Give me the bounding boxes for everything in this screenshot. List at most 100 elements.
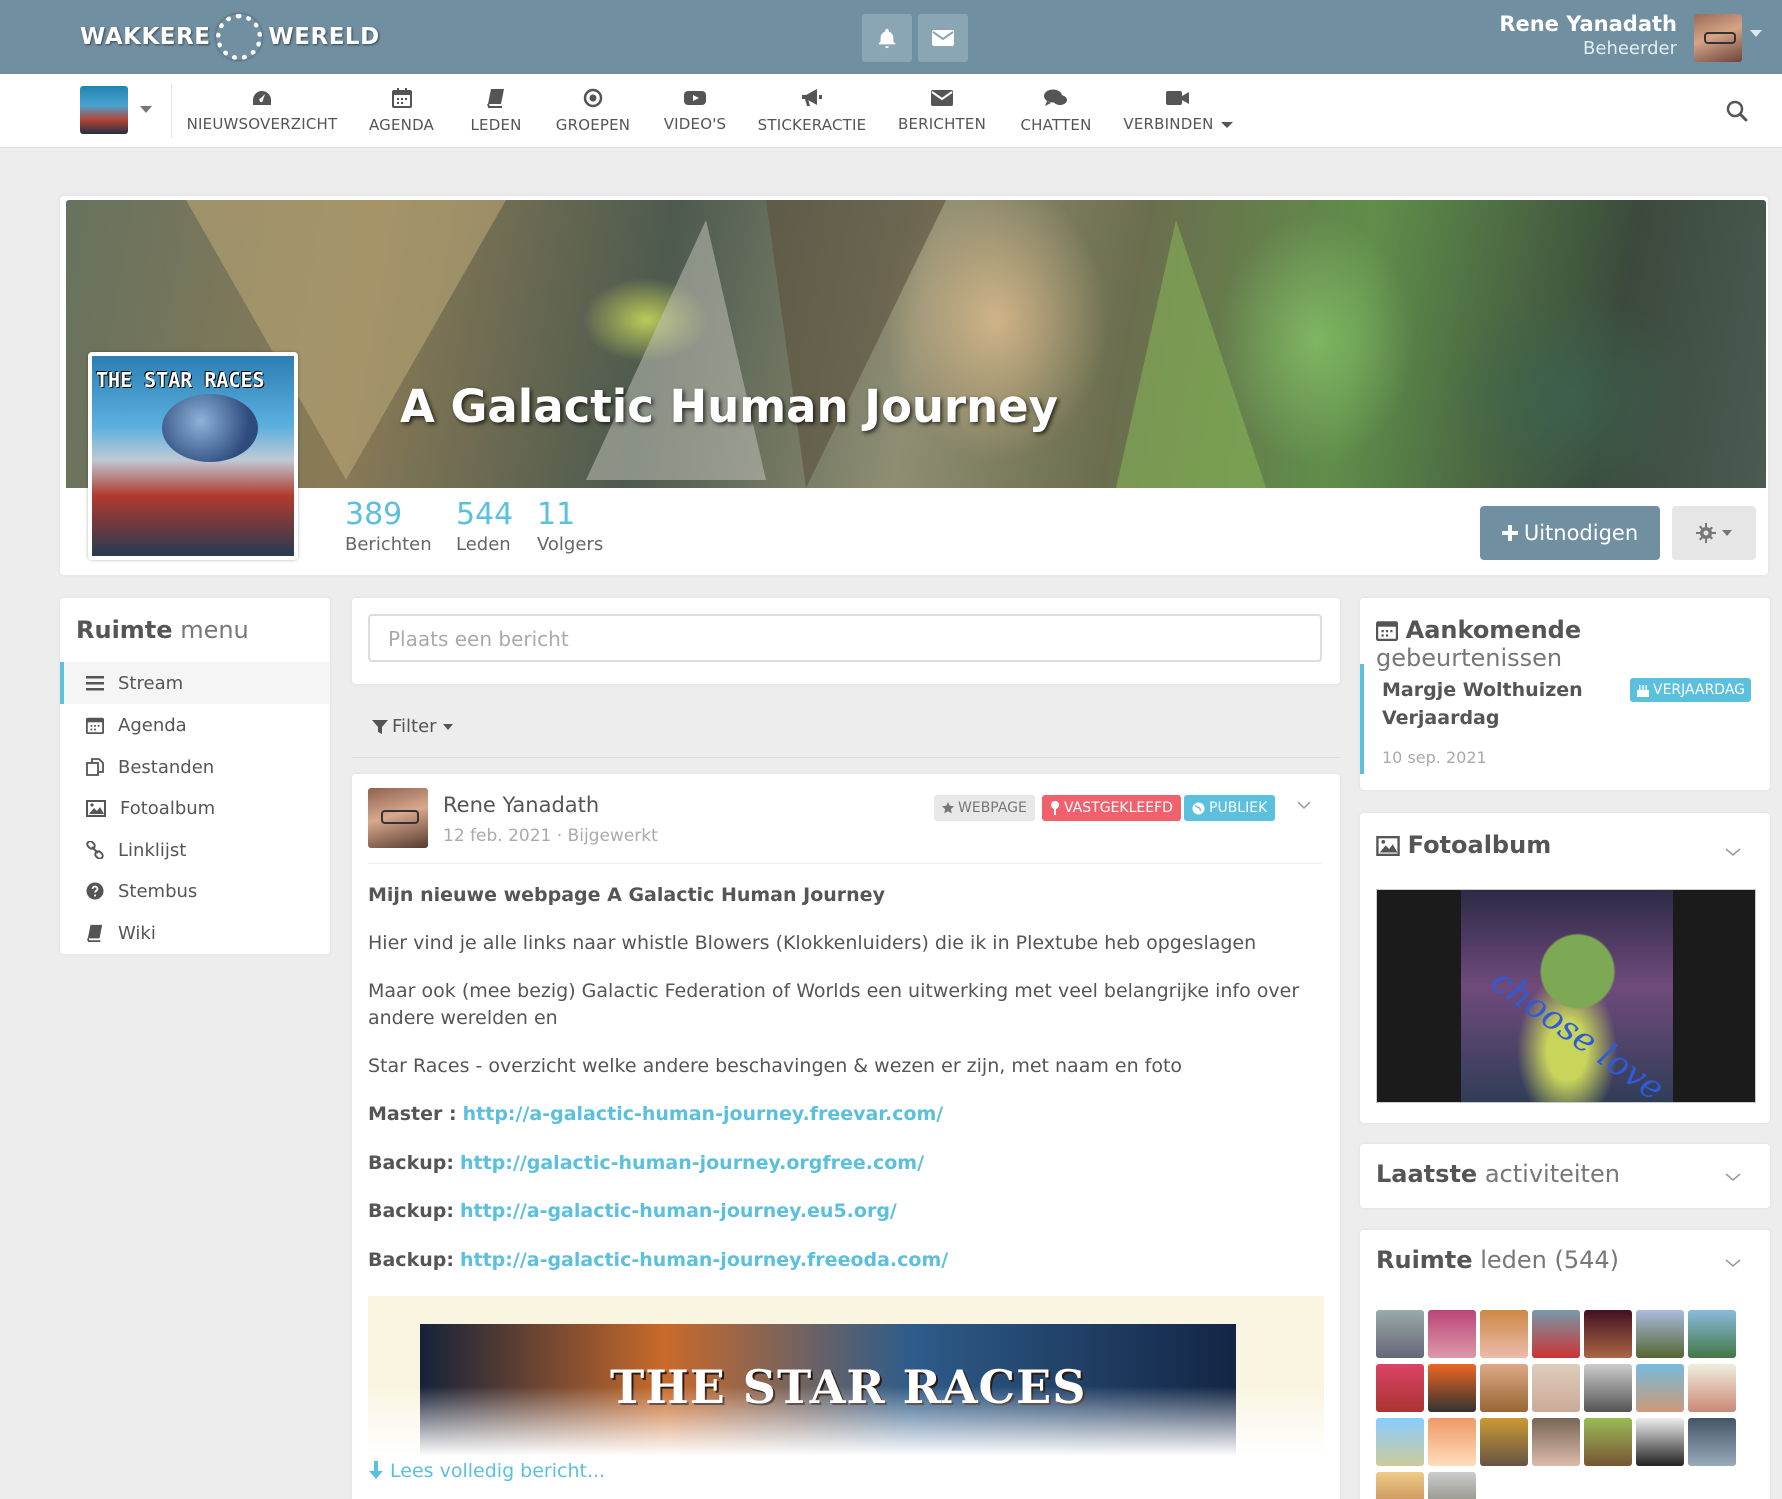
calendar-icon bbox=[391, 88, 412, 108]
menu-item-linklijst[interactable]: Linklijst bbox=[60, 829, 330, 871]
collapse-chevron-icon[interactable] bbox=[1725, 1172, 1741, 1182]
dashboard-icon bbox=[253, 91, 271, 105]
member-avatar[interactable] bbox=[1480, 1310, 1528, 1358]
member-avatar[interactable] bbox=[1480, 1418, 1528, 1466]
nav-stickeractie[interactable]: STICKERACTIE bbox=[757, 74, 867, 148]
user-avatar[interactable] bbox=[1694, 14, 1742, 62]
nav-nieuwsoverzicht[interactable]: NIEUWSOVERZICHT bbox=[187, 74, 337, 148]
space-settings-button[interactable] bbox=[1672, 506, 1756, 560]
event-item[interactable]: Margje Wolthuizen Verjaardag VERJAARDAG … bbox=[1360, 664, 1770, 774]
member-avatar[interactable] bbox=[1428, 1310, 1476, 1358]
member-avatar[interactable] bbox=[1532, 1310, 1580, 1358]
post-author-avatar[interactable] bbox=[368, 788, 428, 848]
nav-berichten[interactable]: BERICHTEN bbox=[896, 74, 988, 148]
post-link-row: Master : http://a-galactic-human-journey… bbox=[368, 1103, 944, 1125]
post-image[interactable]: THE STAR RACES bbox=[368, 1296, 1324, 1456]
collapse-chevron-icon[interactable] bbox=[1725, 847, 1741, 857]
filter-label: Filter bbox=[392, 716, 437, 737]
member-avatar[interactable] bbox=[1688, 1364, 1736, 1412]
upcoming-events-panel: Aankomende gebeurtenissen Margje Wolthui… bbox=[1360, 598, 1770, 790]
space-banner-image: A Galactic Human Journey bbox=[66, 200, 1766, 488]
image-icon bbox=[86, 799, 106, 817]
member-avatar[interactable] bbox=[1376, 1472, 1424, 1499]
planet-graphic bbox=[162, 394, 258, 462]
member-avatar[interactable] bbox=[1688, 1418, 1736, 1466]
member-avatar[interactable] bbox=[1428, 1472, 1476, 1499]
stat-leden[interactable]: 544 Leden bbox=[456, 497, 513, 555]
site-logo[interactable]: WAKKERE WERELD bbox=[80, 12, 380, 62]
comments-icon bbox=[1044, 89, 1067, 106]
nav-agenda[interactable]: AGENDA bbox=[364, 74, 439, 148]
invite-button[interactable]: Uitnodigen bbox=[1480, 506, 1660, 560]
filter-dropdown[interactable]: Filter bbox=[372, 716, 453, 737]
files-icon bbox=[86, 758, 104, 776]
post-link[interactable]: http://a-galactic-human-journey.freevar.… bbox=[463, 1103, 944, 1125]
menu-item-stream[interactable]: Stream bbox=[60, 662, 330, 704]
star-icon bbox=[942, 802, 954, 814]
collapse-chevron-icon[interactable] bbox=[1725, 1258, 1741, 1268]
post-link[interactable]: http://galactic-human-journey.orgfree.co… bbox=[460, 1152, 924, 1174]
member-avatar[interactable] bbox=[1428, 1418, 1476, 1466]
menu-item-label: Fotoalbum bbox=[120, 797, 216, 819]
nav-label: GROEPEN bbox=[555, 116, 631, 134]
latest-activities-title: Laatste activiteiten bbox=[1376, 1160, 1620, 1188]
post-link[interactable]: http://a-galactic-human-journey.eu5.org/ bbox=[460, 1200, 897, 1222]
member-avatar[interactable] bbox=[1532, 1418, 1580, 1466]
space-logo[interactable]: THE STAR RACES bbox=[88, 352, 298, 560]
nav-label: CHATTEN bbox=[1020, 116, 1092, 134]
post-link-row: Backup: http://galactic-human-journey.or… bbox=[368, 1152, 925, 1174]
space-chooser[interactable] bbox=[78, 84, 172, 138]
nav-groepen[interactable]: GROEPEN bbox=[554, 74, 632, 148]
member-avatar[interactable] bbox=[1376, 1418, 1424, 1466]
member-avatar[interactable] bbox=[1584, 1364, 1632, 1412]
post-link[interactable]: http://a-galactic-human-journey.freeoda.… bbox=[460, 1249, 948, 1271]
search-button[interactable] bbox=[1726, 100, 1748, 127]
user-menu[interactable]: Rene Yanadath Beheerder bbox=[1499, 12, 1677, 59]
nav-label: VIDEO'S bbox=[663, 115, 727, 133]
nav-chatten[interactable]: CHATTEN bbox=[1016, 74, 1096, 148]
main-nav: NIEUWSOVERZICHT AGENDA LEDEN GROEPEN VID… bbox=[0, 74, 1782, 148]
menu-item-bestanden[interactable]: Bestanden bbox=[60, 746, 330, 788]
post-composer-input[interactable]: Plaats een bericht bbox=[368, 614, 1322, 662]
stat-berichten[interactable]: 389 Berichten bbox=[345, 497, 432, 555]
gear-icon bbox=[1696, 523, 1716, 543]
caret-down-icon bbox=[1220, 121, 1233, 128]
member-avatar[interactable] bbox=[1376, 1364, 1424, 1412]
user-caret-icon[interactable] bbox=[1750, 30, 1762, 37]
plus-icon bbox=[1501, 525, 1518, 541]
menu-item-fotoalbum[interactable]: Fotoalbum bbox=[60, 787, 330, 829]
member-avatar[interactable] bbox=[1428, 1364, 1476, 1412]
read-more-link[interactable]: Lees volledig bericht... bbox=[368, 1460, 605, 1482]
stat-volgers[interactable]: 11 Volgers bbox=[537, 497, 603, 555]
notifications-button[interactable] bbox=[862, 14, 912, 62]
album-photo[interactable]: choose love bbox=[1376, 889, 1756, 1103]
member-avatar[interactable] bbox=[1636, 1310, 1684, 1358]
member-avatar[interactable] bbox=[1584, 1418, 1632, 1466]
member-avatar[interactable] bbox=[1636, 1364, 1684, 1412]
messages-button[interactable] bbox=[918, 14, 968, 62]
nav-leden[interactable]: LEDEN bbox=[466, 74, 526, 148]
menu-item-wiki[interactable]: Wiki bbox=[60, 912, 330, 954]
logo-ring-icon bbox=[216, 14, 263, 60]
post-link-row: Backup: http://a-galactic-human-journey.… bbox=[368, 1249, 949, 1271]
nav-videos[interactable]: VIDEO'S bbox=[660, 74, 730, 148]
menu-item-stembus[interactable]: Stembus bbox=[60, 870, 330, 912]
member-avatar[interactable] bbox=[1480, 1364, 1528, 1412]
member-avatar[interactable] bbox=[1376, 1310, 1424, 1358]
calendar-icon bbox=[1376, 621, 1398, 641]
member-avatar[interactable] bbox=[1636, 1418, 1684, 1466]
post-heading: Mijn nieuwe webpage A Galactic Human Jou… bbox=[368, 884, 885, 906]
member-avatar[interactable] bbox=[1532, 1364, 1580, 1412]
video-camera-icon bbox=[1166, 91, 1189, 105]
menu-item-agenda[interactable]: Agenda bbox=[60, 704, 330, 746]
post-author-name[interactable]: Rene Yanadath bbox=[443, 793, 599, 817]
nav-label: NIEUWSOVERZICHT bbox=[186, 115, 338, 133]
post-menu-chevron-icon[interactable] bbox=[1297, 800, 1311, 810]
event-title: Margje Wolthuizen Verjaardag bbox=[1382, 679, 1583, 729]
menu-item-label: Linklijst bbox=[118, 839, 187, 861]
bars-icon bbox=[86, 676, 104, 691]
member-avatar[interactable] bbox=[1688, 1310, 1736, 1358]
nav-verbinden[interactable]: VERBINDEN bbox=[1122, 74, 1234, 148]
menu-item-label: Stream bbox=[118, 672, 184, 694]
member-avatar[interactable] bbox=[1584, 1310, 1632, 1358]
